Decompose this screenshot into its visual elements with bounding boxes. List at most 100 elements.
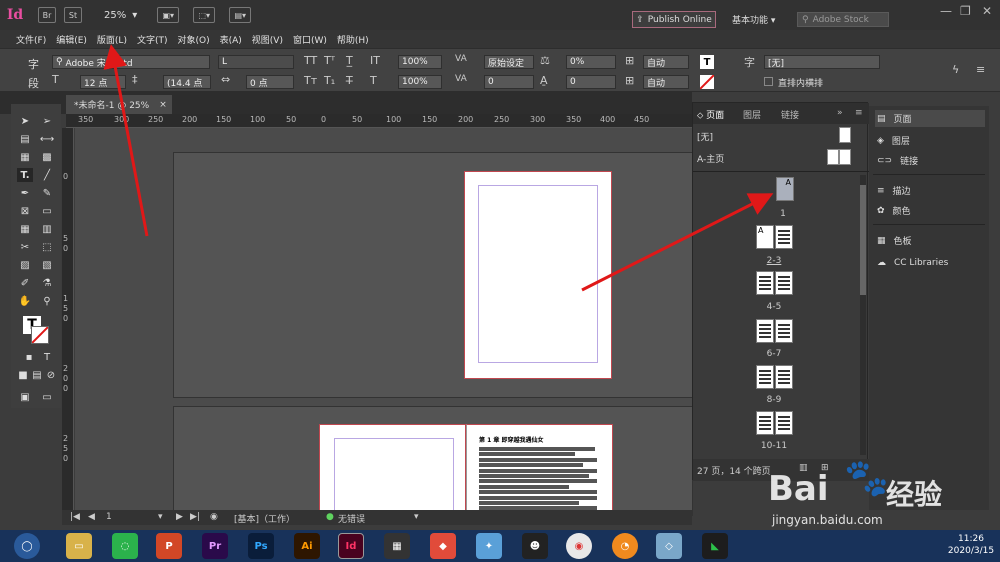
- menu-edit[interactable]: 编辑(E): [56, 33, 87, 46]
- subscript-icon[interactable]: T₁: [324, 74, 335, 87]
- dock-item-cc-libraries[interactable]: ☁ CC Libraries: [875, 254, 985, 271]
- bridge-button[interactable]: Br: [38, 7, 56, 23]
- scissors-tool-icon[interactable]: ✂: [17, 240, 33, 254]
- page-thumb-10[interactable]: [756, 411, 774, 435]
- document-tab[interactable]: *未命名-1 @ 25% ×: [66, 95, 172, 114]
- formatting-text-icon[interactable]: T: [39, 350, 55, 364]
- indesign-icon[interactable]: Id: [338, 533, 364, 559]
- file-explorer-icon[interactable]: ▭: [66, 533, 92, 559]
- workspace-switcher[interactable]: 基本功能 ▾: [732, 13, 775, 26]
- page-thumb-2[interactable]: A: [756, 225, 774, 249]
- prev-page-icon[interactable]: ◀: [88, 512, 95, 522]
- text-fill-button[interactable]: T: [700, 55, 714, 69]
- tab-pages[interactable]: ⬦ 页面: [697, 108, 724, 121]
- type-tool-icon[interactable]: T.: [17, 168, 33, 182]
- content-collector-icon[interactable]: ▦: [17, 150, 33, 164]
- master-none-thumb[interactable]: [839, 127, 851, 143]
- video-editor-icon[interactable]: ▦: [384, 533, 410, 559]
- page-tool-icon[interactable]: ▤: [17, 132, 33, 146]
- menu-help[interactable]: 帮助(H): [337, 33, 369, 46]
- eyedropper-tool-icon[interactable]: ⚗: [39, 276, 55, 290]
- menu-window[interactable]: 窗口(W): [293, 33, 327, 46]
- illustrator-icon[interactable]: Ai: [294, 533, 320, 559]
- character-mode-label[interactable]: 字: [28, 56, 39, 72]
- first-page-icon[interactable]: |◀: [70, 512, 80, 522]
- vertical-ruler[interactable]: 0 5 0 1 5 0 2 0 0 2 5 0: [62, 128, 74, 510]
- page-number-field[interactable]: 1: [106, 512, 112, 522]
- adobe-stock-search[interactable]: ⚲ Adobe Stock: [797, 12, 889, 27]
- vertical-scale-field[interactable]: 100%: [398, 55, 442, 69]
- page-thumb-6[interactable]: [756, 319, 774, 343]
- menu-type[interactable]: 文字(T): [137, 33, 168, 46]
- kerning-field[interactable]: 原始设定: [484, 55, 534, 69]
- master-a-left-thumb[interactable]: [827, 149, 839, 165]
- rectangle-frame-tool-icon[interactable]: ⊠: [17, 204, 33, 218]
- page-thumb-9[interactable]: [775, 365, 793, 389]
- all-caps-icon[interactable]: TT: [304, 54, 317, 67]
- lightning-icon[interactable]: ϟ: [952, 63, 959, 76]
- page-thumb-7[interactable]: [775, 319, 793, 343]
- hand-tool-icon[interactable]: ✋: [17, 294, 33, 308]
- scrollbar-thumb[interactable]: [860, 185, 866, 295]
- preflight-status[interactable]: 无错误: [338, 512, 365, 525]
- direct-selection-tool-icon[interactable]: ➢: [39, 114, 55, 128]
- pencil-tool-icon[interactable]: ✎: [39, 186, 55, 200]
- zoom-tool-icon[interactable]: ⚲: [39, 294, 55, 308]
- gradient-feather-tool-icon[interactable]: ▧: [39, 258, 55, 272]
- page-1[interactable]: [464, 171, 612, 379]
- tracking-points-field[interactable]: 0 点: [246, 75, 294, 89]
- qq-icon[interactable]: ☻: [522, 533, 548, 559]
- document-canvas[interactable]: 第 1 章 即穿越我遇仙女: [75, 128, 693, 518]
- publish-online-button[interactable]: ⇪ Publish Online: [632, 11, 716, 28]
- apply-none-icon[interactable]: ⊘: [43, 368, 59, 382]
- gap-tool-icon[interactable]: ⟷: [39, 132, 55, 146]
- close-tab-icon[interactable]: ×: [159, 100, 167, 110]
- maximize-icon[interactable]: ❐: [960, 4, 971, 18]
- page-thumb-3[interactable]: [775, 225, 793, 249]
- content-placer-icon[interactable]: ▩: [39, 150, 55, 164]
- last-page-icon[interactable]: ▶|: [190, 512, 200, 522]
- next-page-icon[interactable]: ▶: [176, 512, 183, 522]
- minimize-icon[interactable]: —: [940, 4, 952, 18]
- page-2[interactable]: [319, 424, 466, 518]
- page-thumb-1[interactable]: A: [776, 177, 794, 201]
- start-button-icon[interactable]: ◯: [14, 533, 40, 559]
- tab-links[interactable]: 链接: [781, 108, 799, 121]
- note-tool-icon[interactable]: ✐: [17, 276, 33, 290]
- underline-icon[interactable]: T̲: [346, 54, 353, 67]
- master-a-right-thumb[interactable]: [839, 149, 851, 165]
- selection-tool-icon[interactable]: ➤: [17, 114, 33, 128]
- bird-app-icon[interactable]: ✦: [476, 533, 502, 559]
- chevron-down-icon[interactable]: ▾: [158, 512, 163, 522]
- horizontal-scale-field[interactable]: 100%: [398, 75, 442, 89]
- free-transform-tool-icon[interactable]: ⬚: [39, 240, 55, 254]
- photoshop-icon[interactable]: Ps: [248, 533, 274, 559]
- arrange-documents-icon[interactable]: ▤▾: [229, 7, 252, 23]
- master-label[interactable]: [基本]（工作）: [234, 512, 295, 525]
- wechat-icon[interactable]: ◌: [112, 533, 138, 559]
- menu-view[interactable]: 视图(V): [252, 33, 283, 46]
- app-icon[interactable]: ◆: [430, 533, 456, 559]
- baseline-shift-field[interactable]: 0: [566, 75, 616, 89]
- dock-item-swatches[interactable]: ▦ 色板: [875, 232, 985, 249]
- auto-field-2[interactable]: 自动: [643, 75, 689, 89]
- tab-layers[interactable]: 图层: [743, 108, 761, 121]
- frame-grid-tool-icon[interactable]: ▦: [17, 222, 33, 236]
- font-family-field[interactable]: ⚲ Adobe 宋体 Std: [52, 55, 210, 69]
- master-a[interactable]: A-主页: [697, 152, 724, 165]
- powerpoint-icon[interactable]: P: [156, 533, 182, 559]
- strikethrough-icon[interactable]: T̶: [346, 74, 353, 87]
- system-clock[interactable]: 11:26 2020/3/15: [944, 533, 998, 557]
- premiere-icon[interactable]: Pr: [202, 533, 228, 559]
- page-thumb-5[interactable]: [775, 271, 793, 295]
- paragraph-mode-label[interactable]: 段: [28, 75, 39, 91]
- pen-tool-icon[interactable]: ✒: [17, 186, 33, 200]
- page-3[interactable]: 第 1 章 即穿越我遇仙女: [466, 424, 613, 516]
- horizontal-ruler[interactable]: 350 300 250 200 150 100 50 0 50 100 150 …: [66, 114, 692, 128]
- normal-view-icon[interactable]: ▣: [17, 390, 33, 404]
- character-style-field[interactable]: [无]: [764, 55, 880, 69]
- chrome-icon[interactable]: ◉: [566, 533, 592, 559]
- close-icon[interactable]: ✕: [982, 4, 992, 18]
- vertical-grid-tool-icon[interactable]: ▥: [39, 222, 55, 236]
- menu-table[interactable]: 表(A): [220, 33, 242, 46]
